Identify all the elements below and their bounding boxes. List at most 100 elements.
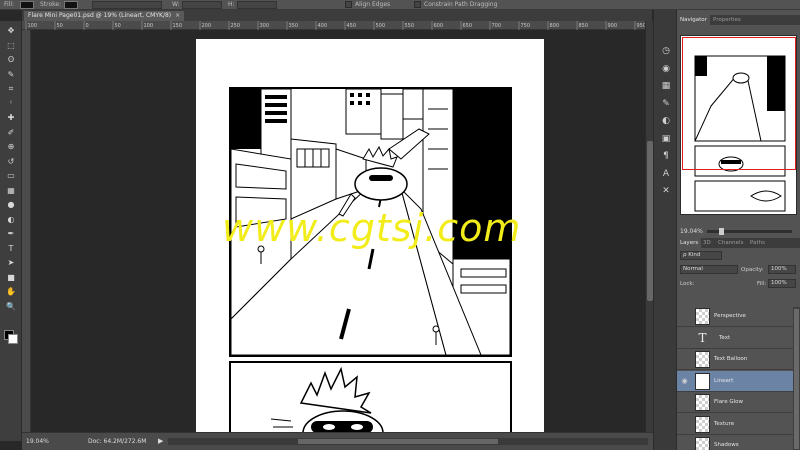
ruler-tick-label: 900 (608, 23, 618, 29)
stroke-width-field[interactable] (92, 1, 162, 9)
opacity-field[interactable]: 100% (768, 265, 796, 274)
visibility-eye-icon[interactable] (680, 398, 689, 407)
tab-properties[interactable]: Properties (710, 15, 744, 25)
styles-icon[interactable]: ▣ (660, 133, 672, 145)
close-tab-icon[interactable]: × (175, 12, 180, 19)
transform-icon[interactable]: ✕ (660, 185, 672, 197)
navigator-zoom-slider[interactable] (707, 228, 792, 235)
history-icon[interactable]: ◷ (660, 45, 672, 57)
visibility-eye-icon[interactable] (680, 312, 689, 321)
hand-icon[interactable]: ✋ (4, 286, 18, 297)
fill-label: Fill: (757, 281, 767, 287)
brush-preset-icon[interactable]: ✎ (660, 98, 672, 110)
ruler-tick-label: 50 (57, 23, 63, 29)
layer-kind-filter[interactable]: ρ Kind (680, 251, 722, 260)
layer-name: Text (719, 334, 731, 341)
ruler-tick-label: 500 (376, 23, 386, 29)
layer-row[interactable]: Texture (677, 413, 793, 435)
lasso-icon[interactable]: ʘ (4, 54, 18, 65)
visibility-eye-icon[interactable] (680, 334, 689, 343)
canvas-horizontal-scroll-thumb[interactable] (298, 439, 498, 444)
navigator-view-box[interactable] (682, 37, 796, 170)
quick-select-icon[interactable]: ✎ (4, 69, 18, 80)
ruler-tick-label: 250 (231, 23, 241, 29)
document-tab-title: Flare Mini Page01.psd @ 19% (Lineart, CM… (28, 12, 172, 19)
eraser-icon[interactable]: ▭ (4, 170, 18, 181)
layer-row[interactable]: Text Balloon (677, 349, 793, 370)
vertical-ruler[interactable] (22, 30, 31, 432)
constrain-path-checkbox[interactable] (414, 1, 421, 8)
history-brush-icon[interactable]: ↺ (4, 156, 18, 167)
canvas-horizontal-scrollbar[interactable] (168, 438, 648, 445)
constrain-path-label: Constrain Path Dragging (424, 1, 498, 8)
layer-row[interactable]: Shadows (677, 435, 793, 450)
path-select-icon[interactable]: ➤ (4, 257, 18, 268)
background-color-swatch[interactable] (8, 334, 18, 344)
layer-thumbnail (695, 372, 710, 390)
width-field[interactable] (182, 1, 222, 9)
status-zoom[interactable]: 19.04% (26, 438, 49, 445)
type-icon[interactable]: T (4, 243, 18, 254)
swatches-icon[interactable]: ▦ (660, 80, 672, 92)
visibility-eye-icon[interactable] (680, 355, 689, 364)
tab-channels[interactable]: Channels (715, 238, 746, 248)
ruler-tick-label: 100 (144, 23, 154, 29)
marquee-icon[interactable]: ⬚ (4, 40, 18, 51)
document-tab[interactable]: Flare Mini Page01.psd @ 19% (Lineart, CM… (24, 11, 185, 21)
navigator-thumbnail[interactable] (680, 35, 797, 215)
layer-row[interactable]: T Text (677, 327, 793, 349)
character-icon[interactable]: A (660, 168, 672, 180)
layer-name: Lineart (714, 377, 734, 384)
move-icon[interactable]: ✥ (4, 25, 18, 36)
ruler-tick-label: 950 (637, 23, 646, 29)
navigator-panel: 19.04% (677, 30, 800, 235)
ruler-tick-label: 700 (492, 23, 502, 29)
blend-mode-select[interactable]: Normal (680, 265, 738, 274)
tab-navigator[interactable]: Navigator (677, 15, 710, 25)
horizontal-ruler[interactable]: 100 50 0 50 100 150 200 250 300 350 400 450 500 550 60… (22, 21, 646, 30)
layer-name: Flare Glow (714, 399, 743, 405)
eyedropper-icon[interactable]: ⁱ (4, 98, 18, 109)
zoom-icon[interactable]: 🔍 (4, 301, 18, 312)
ruler-tick-label: 350 (289, 23, 299, 29)
shape-icon[interactable]: ■ (4, 272, 18, 283)
layer-row[interactable]: Flare Glow (677, 392, 793, 413)
fill-swatch[interactable] (20, 1, 34, 9)
brush-icon[interactable]: ✐ (4, 127, 18, 138)
dodge-icon[interactable]: ◐ (4, 214, 18, 225)
healing-brush-icon[interactable]: ✚ (4, 112, 18, 123)
paragraph-icon[interactable]: ¶ (660, 150, 672, 162)
layer-row[interactable]: Perspective (677, 306, 793, 327)
align-edges-checkbox[interactable] (345, 1, 352, 8)
navigator-zoom[interactable]: 19.04% (680, 228, 703, 235)
tab-paths[interactable]: Paths (747, 238, 768, 248)
fill-field[interactable]: 100% (768, 279, 796, 288)
color-icon[interactable]: ◉ (660, 63, 672, 75)
crop-icon[interactable]: ⌗ (4, 83, 18, 94)
visibility-eye-icon[interactable] (680, 420, 689, 429)
blur-icon[interactable]: ● (4, 199, 18, 210)
layers-scroll-thumb[interactable] (794, 309, 799, 449)
pen-icon[interactable]: ✒ (4, 228, 18, 239)
panel-icon-strip: ◷ ◉ ▦ ✎ ◐ ▣ ¶ A ✕ (653, 10, 677, 450)
ruler-tick-label: 650 (463, 23, 473, 29)
align-edges-label: Align Edges (355, 1, 391, 8)
comic-panel-closeup (229, 361, 512, 432)
layer-row[interactable]: ◉ Lineart (677, 370, 793, 392)
navigator-zoom-knob[interactable] (719, 228, 724, 235)
height-field[interactable] (237, 1, 277, 9)
visibility-eye-icon[interactable] (680, 441, 689, 450)
gradient-icon[interactable]: ▦ (4, 185, 18, 196)
stroke-swatch[interactable] (64, 1, 78, 9)
visibility-eye-icon[interactable]: ◉ (680, 377, 689, 386)
adjustments-icon[interactable]: ◐ (660, 115, 672, 127)
tab-3d[interactable]: 3D (700, 238, 714, 248)
status-bar: 19.04% Doc: 64.2M/272.6M ▶ (22, 432, 653, 450)
clone-stamp-icon[interactable]: ⊕ (4, 141, 18, 152)
layers-scrollbar[interactable] (793, 307, 800, 450)
status-menu-arrow-icon[interactable]: ▶ (158, 437, 163, 445)
width-label: W: (172, 1, 180, 8)
tab-layers[interactable]: Layers (677, 238, 702, 248)
canvas-vertical-scrollbar[interactable] (645, 21, 653, 432)
layer-name: Perspective (714, 313, 746, 319)
